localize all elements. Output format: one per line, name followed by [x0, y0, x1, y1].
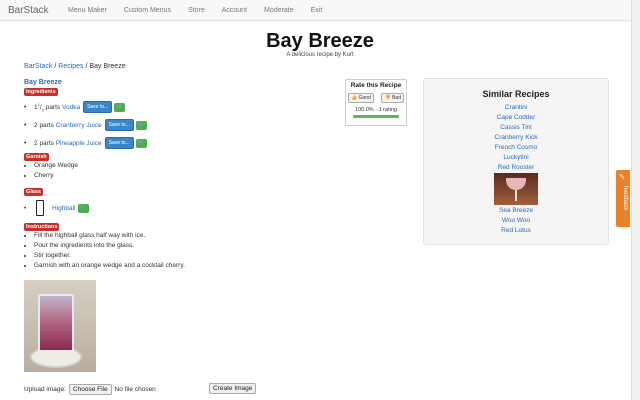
rating-box: Rate this Recipe 👍 Good 👎 Bad 100.0% - 1…: [345, 79, 407, 126]
ingredient-amount: 2 parts: [34, 121, 54, 129]
cart-icon[interactable]: 🛒: [135, 138, 147, 148]
recipe-name-link[interactable]: Bay Breeze: [24, 79, 62, 86]
garnish-list: Orange Wedge Cherry: [34, 161, 78, 181]
cocktail-glass: [506, 178, 526, 190]
page-title: Bay Breeze: [266, 30, 374, 52]
ingredient-list: 11/2 parts Vodka Save to... 🛒 2 parts Cr…: [24, 98, 147, 152]
list-item: Fill the highball glass half way with ic…: [34, 231, 185, 241]
list-item: Pour the ingredients into the glass.: [34, 241, 185, 251]
similar-recipe-link[interactable]: Woo Woo: [424, 216, 608, 226]
ingredient-amount: 2 parts: [34, 139, 54, 147]
cocktail-stem: [515, 190, 517, 201]
nav-menu-maker[interactable]: Menu Maker: [68, 7, 107, 14]
ingredient-item: 2 parts Pineapple Juice Save to... 🛒: [24, 134, 147, 152]
glass-row: Highball 🛒: [24, 200, 89, 216]
list-item: Cherry: [34, 171, 78, 181]
upload-label: Upload image:: [24, 386, 66, 393]
nav-store[interactable]: Store: [188, 7, 205, 14]
create-image-button[interactable]: Create Image: [209, 383, 257, 394]
rating-summary: 100.0% - 1 rating: [355, 107, 397, 113]
similar-recipes-title: Similar Recipes: [482, 89, 550, 99]
choose-file-button[interactable]: Choose File: [68, 384, 112, 395]
brand-link[interactable]: BarStack: [0, 5, 68, 16]
similar-recipes-panel: Similar Recipes Crantini Cape Codder Cas…: [423, 78, 609, 245]
similar-recipe-link[interactable]: Crantini: [424, 103, 608, 113]
list-item: Orange Wedge: [34, 161, 78, 171]
ingredient-link[interactable]: Pineapple Juice: [56, 140, 102, 147]
nav-exit[interactable]: Exit: [311, 7, 323, 14]
ingredient-item: 11/2 parts Vodka Save to... 🛒: [24, 98, 147, 116]
ingredient-item: 2 parts Cranberry Juice Save to... 🛒: [24, 116, 147, 134]
nav-moderate[interactable]: Moderate: [264, 7, 294, 14]
save-to-button[interactable]: Save to...: [83, 101, 113, 113]
upload-row: Upload image: Choose File No file chosen: [24, 384, 156, 395]
save-to-button[interactable]: Save to...: [104, 137, 134, 149]
breadcrumb: BarStack / Recipes / Bay Breeze: [24, 63, 126, 70]
highball-glass-icon: [36, 200, 44, 216]
thumbs-up-icon: 👍: [351, 95, 358, 101]
garnish-label: Garnish: [24, 153, 49, 161]
thumbs-down-button[interactable]: 👎 Bad: [381, 93, 404, 103]
drink-glass: [38, 294, 74, 352]
comment-icon: ✎: [619, 174, 625, 181]
save-to-button[interactable]: Save to...: [104, 119, 134, 131]
ingredient-amount: 11/2 parts: [34, 101, 61, 113]
similar-recipe-link[interactable]: Luckytini: [424, 153, 608, 163]
breadcrumb-separator: /: [54, 63, 57, 70]
ingredients-label: Ingredients: [24, 88, 58, 96]
cart-icon[interactable]: 🛒: [114, 102, 126, 112]
rating-title: Rate this Recipe: [350, 82, 402, 89]
similar-recipe-link[interactable]: Cape Codder: [424, 113, 608, 123]
similar-recipe-link[interactable]: Red Rooster: [424, 163, 608, 173]
ingredient-link[interactable]: Cranberry Juice: [56, 122, 102, 129]
file-status: No file chosen: [114, 386, 156, 393]
nav-custom-menus[interactable]: Custom Menus: [124, 7, 171, 14]
page-scrollbar[interactable]: [631, 0, 640, 400]
breadcrumb-home-link[interactable]: BarStack: [24, 63, 52, 70]
similar-recipes-list: Crantini Cape Codder Cassis Tini Cranber…: [424, 103, 608, 173]
list-item: Garnish with an orange wedge and a cockt…: [34, 261, 185, 271]
nav-account[interactable]: Account: [222, 7, 247, 14]
breadcrumb-current: / Bay Breeze: [85, 63, 126, 70]
glass-link[interactable]: Highball: [52, 205, 76, 212]
thumbs-down-icon: 👎: [384, 95, 391, 101]
list-item: Stir together.: [34, 251, 185, 261]
rating-buttons: 👍 Good 👎 Bad: [348, 93, 404, 103]
similar-recipe-link[interactable]: French Cosmo: [424, 143, 608, 153]
feedback-label: feedback: [622, 186, 628, 211]
glass-label: Glass: [24, 188, 43, 196]
similar-recipe-link[interactable]: Sea Breeze: [424, 206, 608, 216]
instruction-list: Fill the highball glass half way with ic…: [34, 231, 185, 271]
ingredient-link[interactable]: Vodka: [62, 104, 80, 111]
page-subtitle: A delicious recipe by Kurt: [286, 52, 354, 58]
recipe-photo: [24, 280, 96, 372]
instructions-label: Instructions: [24, 223, 60, 231]
cart-icon[interactable]: 🛒: [77, 203, 89, 213]
top-navbar: BarStack Menu Maker Custom Menus Store A…: [0, 0, 640, 21]
cart-icon[interactable]: 🛒: [135, 120, 147, 130]
similar-recipe-link[interactable]: Cranberry Kick: [424, 133, 608, 143]
feedback-tab[interactable]: ✎ feedback: [616, 170, 630, 227]
similar-recipe-link[interactable]: Cassis Tini: [424, 123, 608, 133]
thumbs-up-button[interactable]: 👍 Good: [348, 93, 374, 103]
breadcrumb-recipes-link[interactable]: Recipes: [58, 63, 83, 70]
similar-recipes-list-continued: Sea Breeze Woo Woo Red Lotus: [424, 206, 608, 236]
rating-progress-bar: [353, 115, 399, 118]
similar-recipe-thumbnail[interactable]: [494, 173, 538, 205]
similar-recipe-link[interactable]: Red Lotus: [424, 226, 608, 236]
